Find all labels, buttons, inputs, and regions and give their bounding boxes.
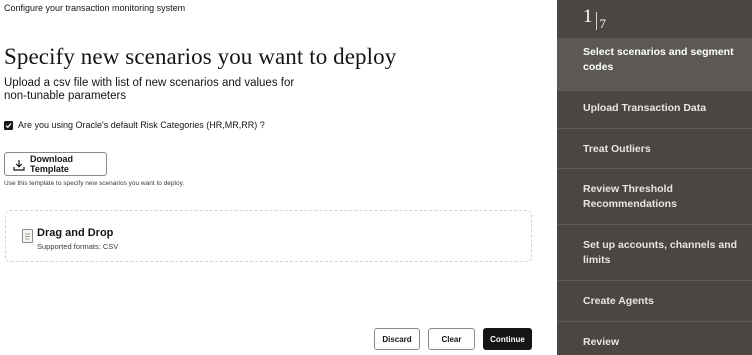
file-icon [22,229,33,243]
page-subtitle: Upload a csv file with list of new scena… [4,77,295,102]
step-divider [557,280,752,281]
risk-categories-checkbox-row[interactable]: Are you using Oracle's default Risk Cate… [4,120,265,130]
step-counter: 1 7 [583,6,606,32]
download-template-label: Download Template [30,154,73,174]
step-divider [557,224,752,225]
risk-categories-checkbox[interactable] [4,120,13,130]
breadcrumb: Configure your transaction monitoring sy… [4,3,186,13]
step-review[interactable]: Review [557,335,752,350]
step-divider [557,128,752,129]
step-review-threshold[interactable]: Review Threshold Recommendations [557,182,727,212]
discard-button[interactable]: Discard [374,328,420,350]
total-steps-number: 7 [599,16,607,31]
current-step-number: 1 [583,6,593,27]
download-helper-text: Use this template to specify new scenari… [4,180,185,187]
page-title: Specify new scenarios you want to deploy [4,44,397,69]
step-upload-transaction-data[interactable]: Upload Transaction Data [557,101,752,116]
step-setup-accounts[interactable]: Set up accounts, channels and limits [557,238,752,268]
risk-categories-label: Are you using Oracle's default Risk Cate… [18,120,265,130]
step-create-agents[interactable]: Create Agents [557,294,752,309]
file-dropzone[interactable]: Drag and Drop Supported formats: CSV [5,210,532,262]
steps-sidebar: 1 7 Select scenarios and segment codes U… [557,0,752,355]
step-divider [557,321,752,322]
dropzone-title: Drag and Drop [37,227,114,239]
step-counter-divider [595,12,597,30]
clear-button[interactable]: Clear [428,328,475,350]
step-treat-outliers[interactable]: Treat Outliers [557,142,752,157]
checkmark-icon [5,122,12,128]
dropzone-subtitle: Supported formats: CSV [37,242,119,251]
main-content: Configure your transaction monitoring sy… [0,0,557,355]
continue-button[interactable]: Continue [483,328,532,350]
step-select-scenarios[interactable]: Select scenarios and segment codes [557,38,752,91]
download-icon [13,158,25,171]
step-divider [557,168,752,169]
download-template-button[interactable]: Download Template [4,152,107,176]
